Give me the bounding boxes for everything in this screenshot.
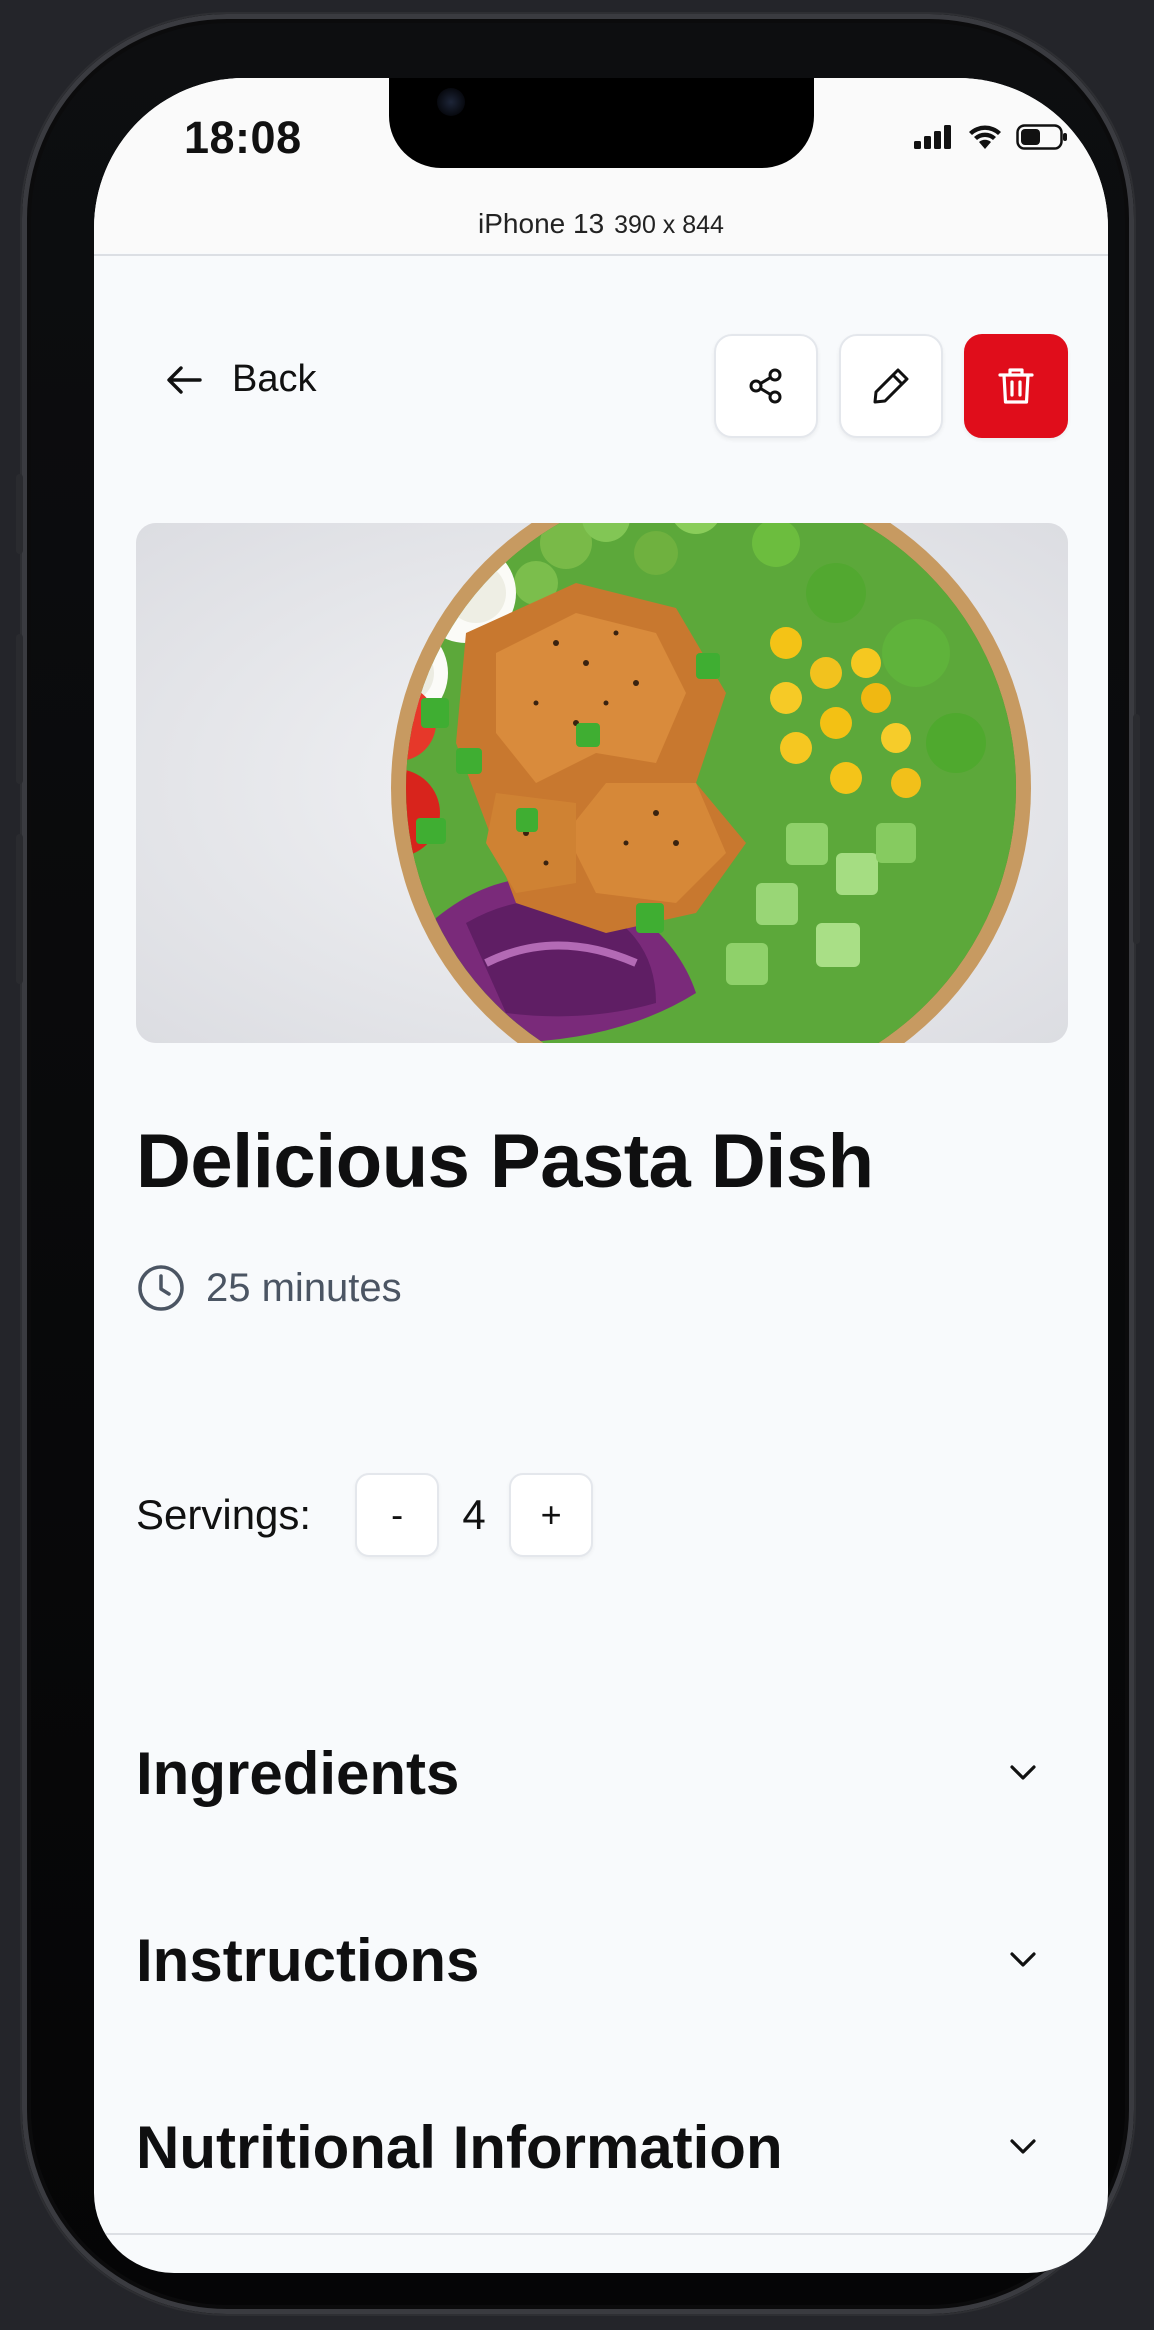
status-icons bbox=[914, 124, 1068, 150]
chevron-down-icon bbox=[1010, 1952, 1036, 1967]
section-title: Nutritional Information bbox=[136, 2113, 783, 2181]
status-bar: 18:08 iPhone 13 390 x 844 bbox=[94, 78, 1108, 256]
cook-time: 25 minutes bbox=[136, 1263, 402, 1313]
share-button[interactable] bbox=[714, 334, 818, 438]
recipe-title: Delicious Pasta Dish bbox=[136, 1119, 874, 1204]
chevron-down-icon bbox=[1010, 2139, 1036, 2154]
section-title: Instructions bbox=[136, 1926, 480, 1994]
side-button bbox=[16, 474, 23, 554]
status-time: 18:08 bbox=[184, 112, 302, 163]
share-icon bbox=[749, 368, 782, 404]
servings-value: 4 bbox=[462, 1491, 486, 1538]
notch bbox=[389, 78, 814, 168]
phone-frame: 18:08 iPhone 13 390 x 844 Back Delicious… bbox=[16, 14, 1140, 2314]
section-nutritional-information[interactable]: Nutritional Information bbox=[136, 2092, 1068, 2202]
wifi-icon bbox=[969, 125, 1001, 149]
back-button[interactable]: Back bbox=[166, 358, 316, 401]
device-dimensions: 390 x 844 bbox=[614, 211, 724, 239]
device-name: iPhone 13 bbox=[478, 208, 605, 239]
decrement-servings-button[interactable]: - bbox=[355, 1473, 440, 1557]
section-ingredients[interactable]: Ingredients bbox=[136, 1718, 1068, 1828]
section-instructions[interactable]: Instructions bbox=[136, 1905, 1068, 2015]
trash-icon bbox=[998, 368, 1034, 404]
clock-icon bbox=[138, 1265, 184, 1311]
chevron-down-icon bbox=[1010, 1765, 1036, 1780]
servings-control: Servings: - 4 + bbox=[136, 1473, 594, 1557]
arrow-left-icon bbox=[167, 365, 202, 394]
side-button bbox=[16, 634, 23, 784]
edit-button[interactable] bbox=[839, 334, 943, 438]
delete-button[interactable] bbox=[964, 334, 1068, 438]
device-label: iPhone 13 390 x 844 bbox=[94, 208, 1108, 240]
increment-servings-button[interactable]: + bbox=[509, 1473, 594, 1557]
signal-icon bbox=[914, 125, 951, 149]
front-camera bbox=[437, 88, 465, 116]
side-button bbox=[1133, 714, 1140, 944]
cook-time-value: 25 minutes bbox=[206, 1265, 402, 1310]
phone-screen: 18:08 iPhone 13 390 x 844 Back Delicious… bbox=[94, 78, 1108, 2273]
recipe-image bbox=[136, 523, 1068, 1043]
divider bbox=[94, 2233, 1108, 2235]
back-label: Back bbox=[232, 358, 317, 400]
pencil-icon bbox=[873, 368, 909, 404]
side-button bbox=[16, 834, 23, 984]
section-title: Ingredients bbox=[136, 1739, 460, 1807]
battery-icon bbox=[1016, 124, 1067, 150]
servings-label: Servings: bbox=[136, 1491, 312, 1538]
divider bbox=[94, 254, 1108, 256]
